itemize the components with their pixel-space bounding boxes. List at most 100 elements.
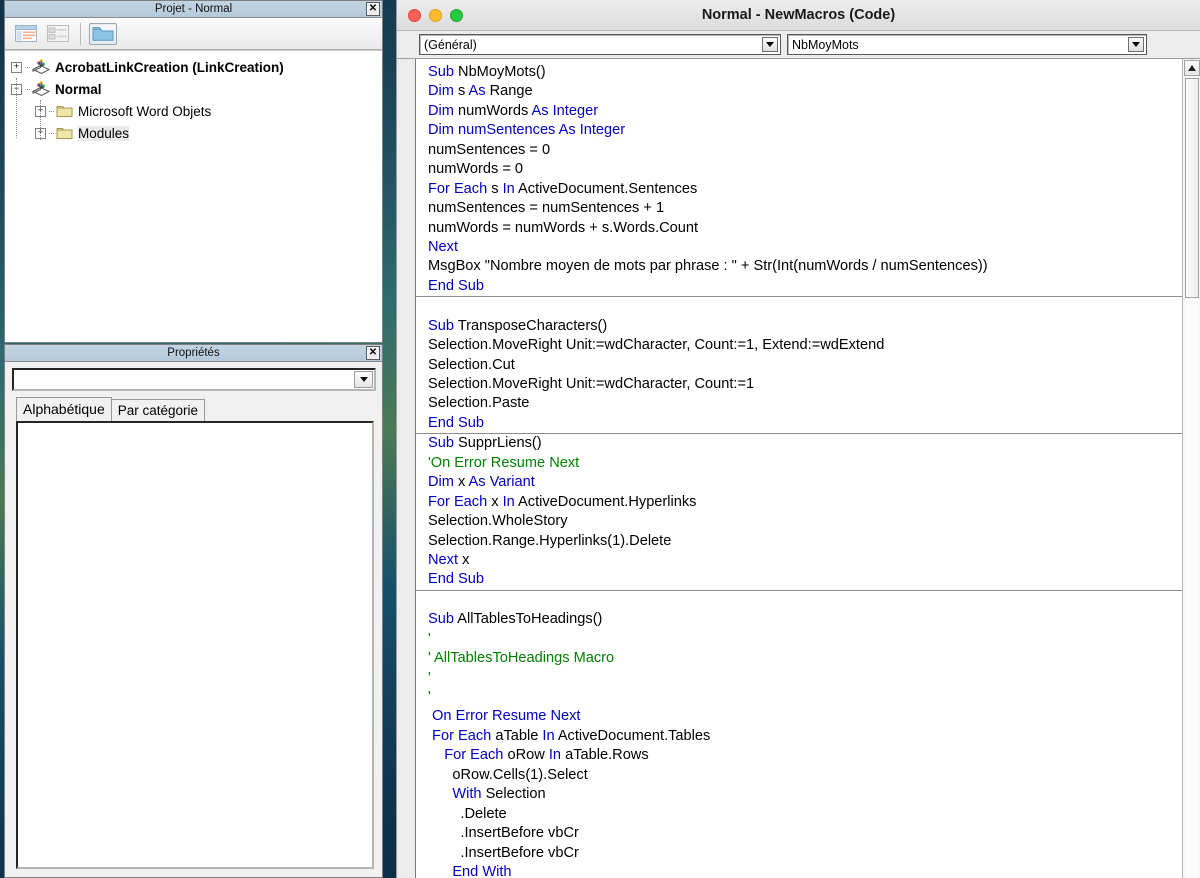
code-line[interactable]: .Delete — [428, 805, 1182, 824]
code-line[interactable]: Dim x As Variant — [428, 473, 1182, 492]
window-controls — [397, 9, 463, 22]
code-token: For Each — [428, 728, 495, 744]
code-line[interactable]: End With — [428, 863, 1182, 878]
code-token: End Sub — [428, 415, 484, 431]
tree-item-normal[interactable]: − Normal — [11, 78, 382, 100]
code-line[interactable]: For Each aTable In ActiveDocument.Tables — [428, 727, 1182, 746]
tree-item-microsoft-word-objets[interactable]: + Microsoft Word Objets — [11, 100, 382, 122]
code-line[interactable]: Selection.MoveRight Unit:=wdCharacter, C… — [428, 375, 1182, 394]
folder-icon — [56, 126, 73, 140]
code-margin-indicator-bar[interactable] — [397, 59, 416, 878]
chevron-down-icon[interactable] — [762, 37, 778, 52]
code-window-titlebar: Normal - NewMacros (Code) — [397, 0, 1200, 31]
tree-item-modules[interactable]: + Modules — [11, 122, 382, 144]
code-line[interactable]: .InsertBefore vbCr — [428, 844, 1182, 863]
code-line[interactable]: Dim numSentences As Integer — [428, 121, 1182, 140]
code-line[interactable]: For Each s In ActiveDocument.Sentences — [428, 180, 1182, 199]
code-token: In — [503, 181, 518, 197]
code-line[interactable]: Selection.Range.Hyperlinks(1).Delete — [428, 532, 1182, 551]
object-combo[interactable]: (Général) — [419, 34, 781, 55]
procedure-combo[interactable]: NbMoyMots — [787, 34, 1147, 55]
close-icon[interactable]: ✕ — [366, 2, 380, 16]
code-line[interactable]: End Sub — [428, 414, 1182, 433]
code-line[interactable]: Selection.WholeStory — [428, 512, 1182, 531]
code-token: Dim — [428, 83, 458, 99]
code-token: x — [491, 494, 502, 510]
code-line[interactable]: oRow.Cells(1).Select — [428, 766, 1182, 785]
code-line[interactable]: numSentences = 0 — [428, 141, 1182, 160]
scroll-up-arrow-icon[interactable] — [1184, 60, 1200, 76]
expand-toggle-icon[interactable]: + — [11, 62, 22, 73]
chevron-down-icon[interactable] — [1128, 37, 1144, 52]
code-token: In — [503, 494, 518, 510]
code-line[interactable]: .InsertBefore vbCr — [428, 824, 1182, 843]
properties-object-combo[interactable] — [12, 368, 376, 391]
code-line[interactable]: 'On Error Resume Next — [428, 454, 1182, 473]
code-token: On Error Resume Next — [428, 708, 580, 724]
close-button[interactable] — [408, 9, 421, 22]
toolbar-separator — [80, 23, 81, 45]
code-line[interactable] — [428, 297, 1182, 316]
code-line[interactable]: Next x — [428, 551, 1182, 570]
project-explorer-window: Projet - Normal ✕ — [4, 0, 383, 343]
code-text-area[interactable]: Sub NbMoyMots()Dim s As RangeDim numWord… — [416, 59, 1182, 878]
close-icon[interactable]: ✕ — [366, 346, 380, 360]
tree-connector — [25, 89, 30, 90]
code-token: MsgBox "Nombre moyen de mots par phrase … — [428, 258, 988, 274]
code-line[interactable]: numWords = numWords + s.Words.Count — [428, 219, 1182, 238]
code-line[interactable] — [428, 591, 1182, 610]
code-line[interactable]: On Error Resume Next — [428, 707, 1182, 726]
project-tree[interactable]: + AcrobatLinkCreation (LinkCreation) − — [5, 50, 382, 342]
caret-glyph — [766, 42, 774, 47]
code-token: ' AllTablesToHeadings Macro — [428, 650, 614, 666]
code-line[interactable]: MsgBox "Nombre moyen de mots par phrase … — [428, 257, 1182, 276]
code-line[interactable]: Sub SupprLiens() — [428, 434, 1182, 453]
code-line[interactable]: Selection.Paste — [428, 394, 1182, 413]
scroll-track[interactable] — [1185, 298, 1199, 878]
code-line[interactable]: End Sub — [428, 570, 1182, 589]
tree-item-acrobatlinkcreation[interactable]: + AcrobatLinkCreation (LinkCreation) — [11, 56, 382, 78]
code-line[interactable]: Sub AllTablesToHeadings() — [428, 610, 1182, 629]
code-line[interactable]: numWords = 0 — [428, 160, 1182, 179]
code-line[interactable]: numSentences = numSentences + 1 — [428, 199, 1182, 218]
code-line[interactable]: For Each x In ActiveDocument.Hyperlinks — [428, 493, 1182, 512]
code-line[interactable]: ' — [428, 688, 1182, 707]
properties-grid[interactable] — [16, 421, 374, 869]
code-line[interactable]: ' AllTablesToHeadings Macro — [428, 649, 1182, 668]
tab-par-categorie[interactable]: Par catégorie — [111, 399, 205, 421]
code-line[interactable]: For Each oRow In aTable.Rows — [428, 746, 1182, 765]
minimize-button[interactable] — [429, 9, 442, 22]
code-line[interactable]: With Selection — [428, 785, 1182, 804]
code-token: oRow — [507, 747, 548, 763]
code-token: oRow.Cells(1).Select — [428, 767, 588, 783]
code-line[interactable]: ' — [428, 669, 1182, 688]
tab-alphabetique[interactable]: Alphabétique — [16, 397, 112, 421]
code-line[interactable]: Sub NbMoyMots() — [428, 63, 1182, 82]
code-line[interactable]: Sub TransposeCharacters() — [428, 317, 1182, 336]
toggle-folders-button[interactable] — [89, 23, 117, 45]
code-line[interactable]: Dim s As Range — [428, 82, 1182, 101]
code-token: Selection.Cut — [428, 357, 515, 373]
view-object-button[interactable] — [44, 23, 72, 45]
code-line[interactable]: Next — [428, 238, 1182, 257]
chevron-down-icon[interactable] — [354, 371, 373, 388]
code-line[interactable]: End Sub — [428, 277, 1182, 296]
tree-item-label: Microsoft Word Objets — [78, 104, 211, 119]
vertical-scrollbar[interactable] — [1182, 59, 1200, 878]
code-line[interactable]: Selection.Cut — [428, 356, 1182, 375]
tree-item-label: AcrobatLinkCreation (LinkCreation) — [55, 60, 284, 75]
code-line[interactable]: Dim numWords As Integer — [428, 102, 1182, 121]
code-token: x — [458, 474, 469, 490]
project-explorer-title: Projet - Normal — [155, 3, 232, 15]
folder-icon — [56, 104, 73, 118]
code-token: Dim — [428, 474, 458, 490]
view-code-button[interactable] — [12, 23, 40, 45]
code-token: aTable — [495, 728, 542, 744]
code-line[interactable]: ' — [428, 630, 1182, 649]
code-line[interactable]: Selection.MoveRight Unit:=wdCharacter, C… — [428, 336, 1182, 355]
triangle-up-glyph — [1188, 65, 1196, 71]
view-object-icon — [47, 25, 69, 42]
zoom-button[interactable] — [450, 9, 463, 22]
scroll-thumb[interactable] — [1185, 78, 1199, 298]
vba-project-icon — [32, 81, 50, 97]
